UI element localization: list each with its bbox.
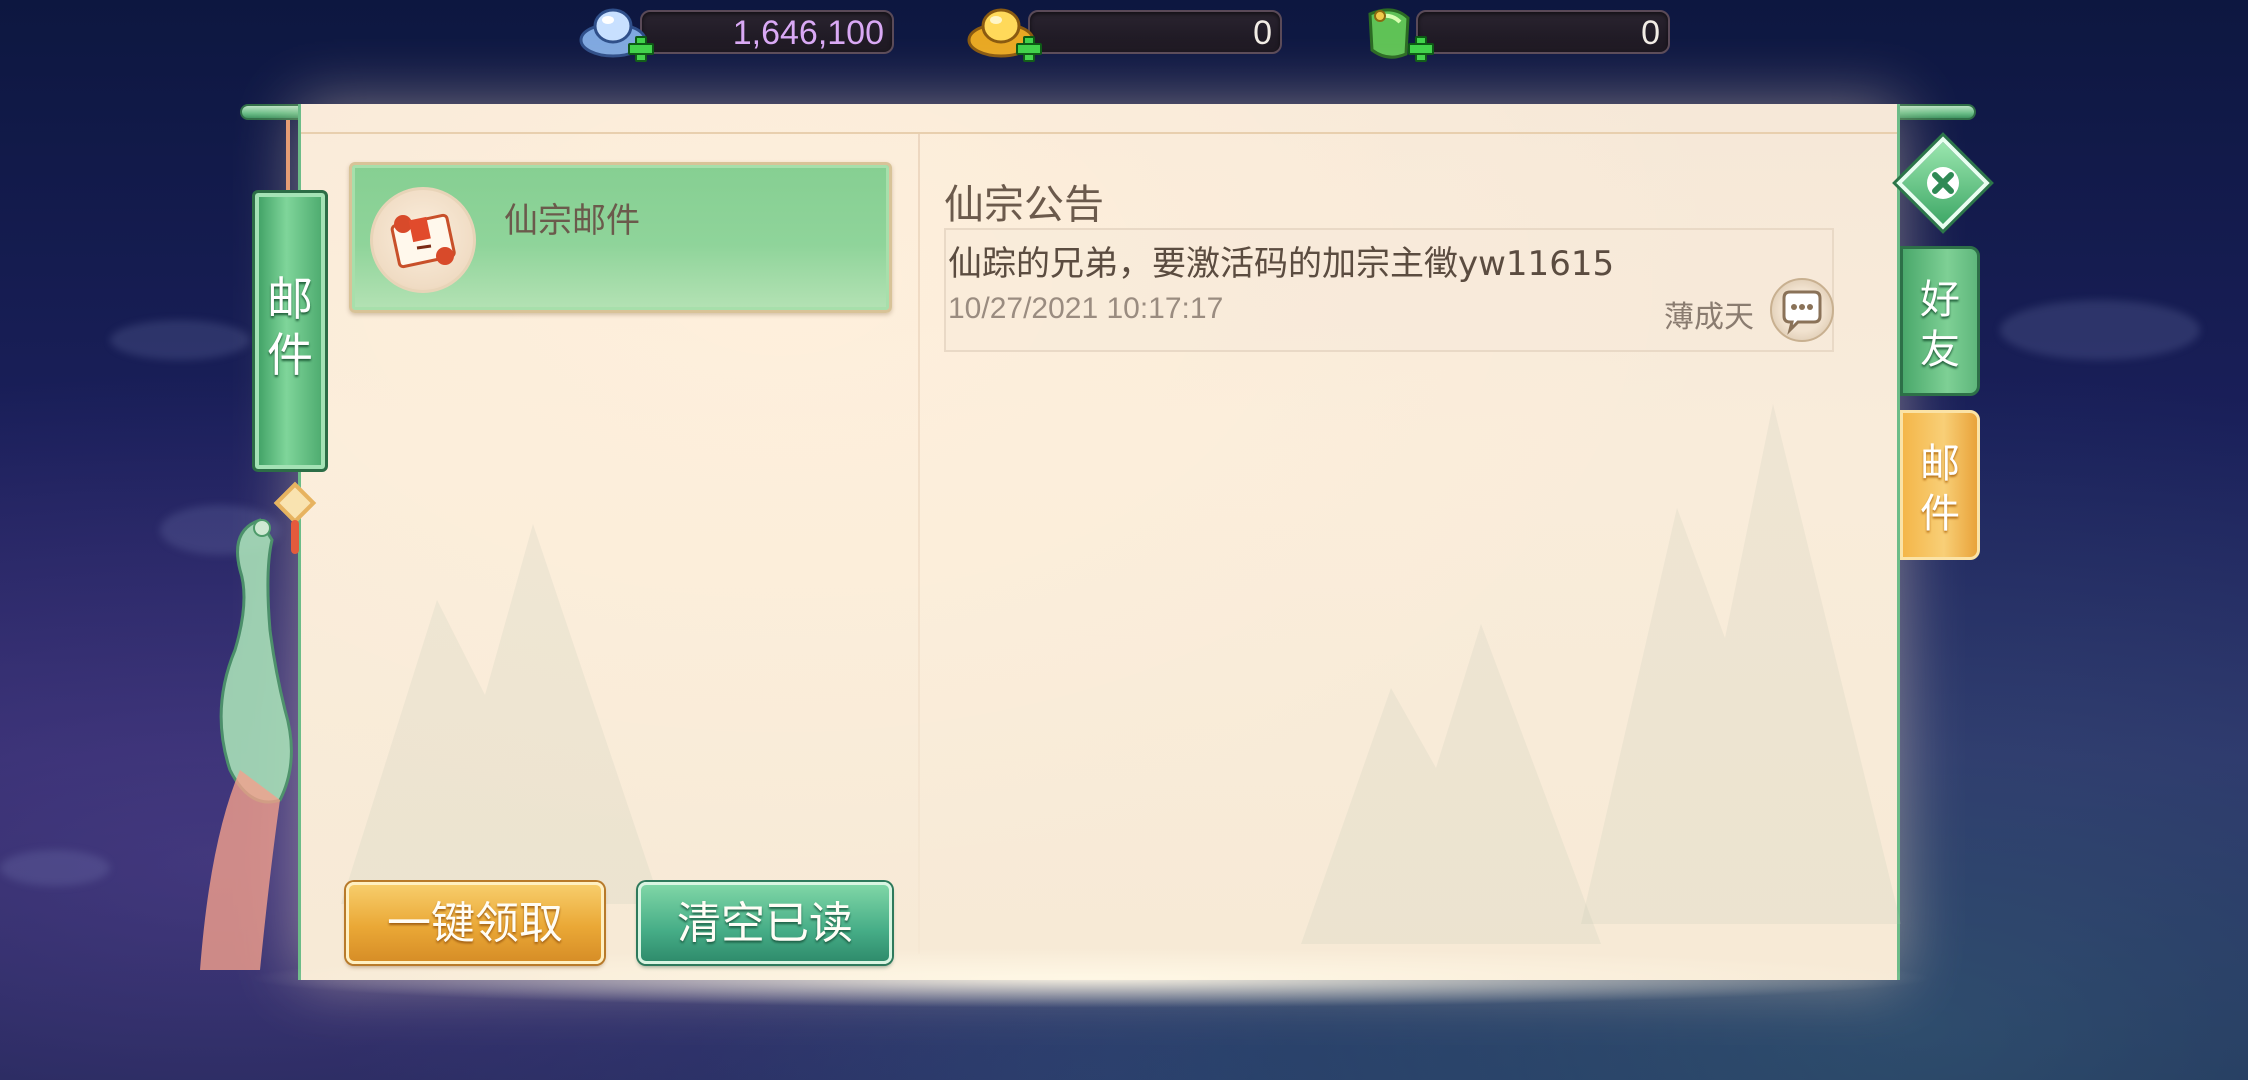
chat-bubble-icon[interactable]	[1770, 278, 1834, 342]
mail-list-item[interactable]: 仙宗邮件	[349, 162, 892, 313]
mountain-decoration	[1301, 624, 1601, 944]
add-gold-icon[interactable]	[1016, 36, 1042, 62]
message-body: 仙踪的兄弟，要激活码的加宗主徵yw11615	[948, 244, 1615, 284]
close-icon[interactable]	[1918, 158, 1968, 208]
background-cloud	[110, 320, 250, 360]
jade-gem-icon[interactable]	[1358, 4, 1434, 62]
silver-ingot-icon[interactable]	[578, 4, 654, 62]
claim-all-button[interactable]: 一键领取	[346, 882, 604, 964]
message-author: 薄成天	[1664, 300, 1754, 335]
add-jade-icon[interactable]	[1408, 36, 1434, 62]
background-cloud	[2000, 300, 2200, 360]
tag-tassel-decoration	[291, 520, 299, 554]
currency-jade-value: 0	[1641, 14, 1660, 52]
background-cloud	[0, 850, 110, 886]
message-title: 仙宗公告	[944, 182, 1104, 228]
currency-gold-value: 0	[1253, 14, 1272, 52]
message-detail: 仙踪的兄弟，要激活码的加宗主徵yw11615 10/27/2021 10:17:…	[944, 228, 1834, 352]
tag-string	[286, 120, 290, 192]
tab-mail-label: 邮件	[1920, 441, 1960, 537]
currency-silver: 1,646,100	[640, 10, 894, 54]
crane-decoration	[200, 510, 310, 980]
currency-silver-value: 1,646,100	[732, 14, 884, 52]
panel-title-label: 邮件	[267, 272, 313, 382]
currency-gold: 0	[1028, 10, 1282, 54]
scroll-letter-icon	[370, 187, 476, 293]
panel-divider	[918, 134, 920, 954]
mountain-decoration	[341, 524, 661, 904]
tab-mail[interactable]: 邮件	[1900, 410, 1980, 560]
mountain-decoration	[1581, 404, 1901, 924]
tab-friends-label: 好友	[1920, 277, 1960, 373]
message-timestamp: 10/27/2021 10:17:17	[948, 292, 1224, 325]
currency-jade: 0	[1416, 10, 1670, 54]
mail-sender-label: 仙宗邮件	[504, 201, 640, 241]
clear-read-button[interactable]: 清空已读	[638, 882, 892, 964]
tab-friends[interactable]: 好友	[1900, 246, 1980, 396]
gold-ingot-icon[interactable]	[966, 4, 1042, 62]
panel-title-tag: 邮件	[252, 190, 328, 472]
add-silver-icon[interactable]	[628, 36, 654, 62]
